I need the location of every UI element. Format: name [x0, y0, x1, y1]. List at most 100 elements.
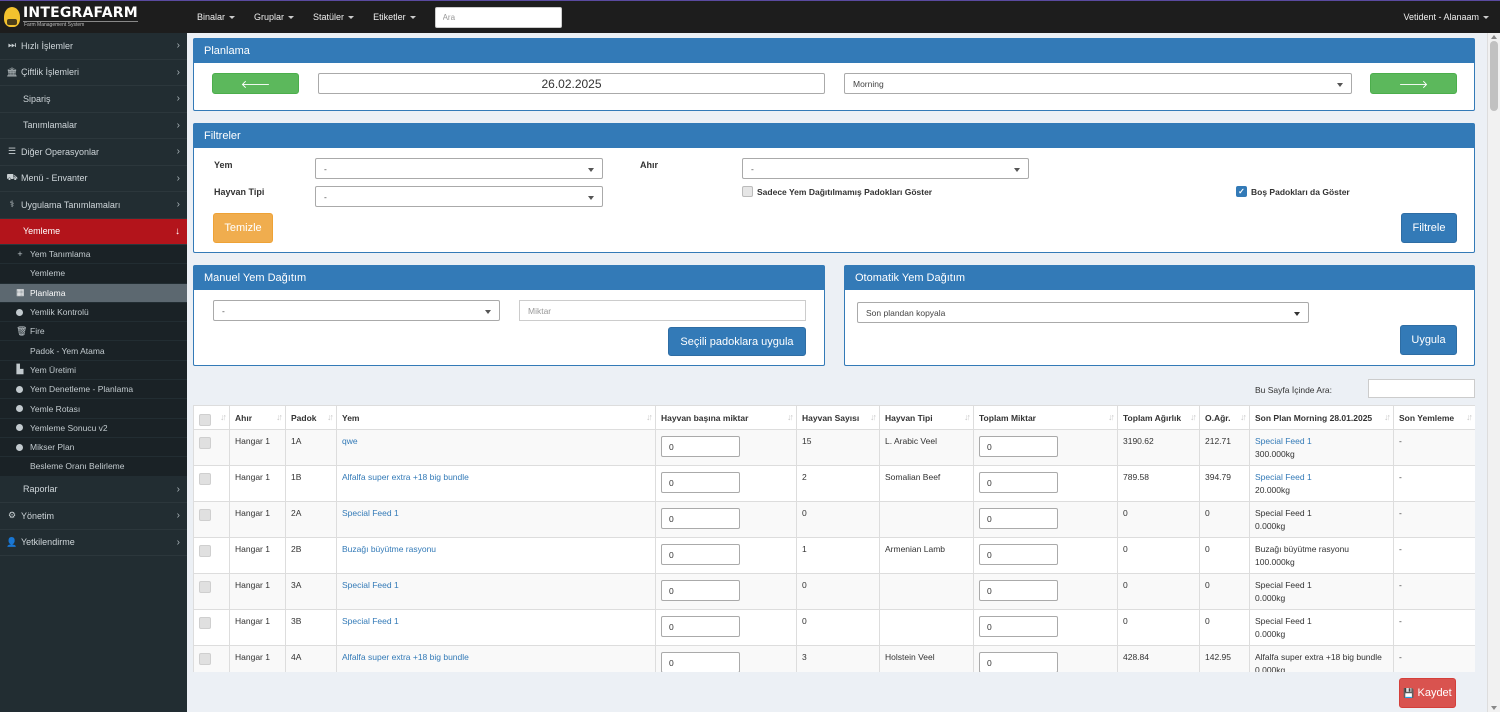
- row-select-cell[interactable]: [193, 501, 230, 538]
- sidebar-sub-fire[interactable]: 🗑 Fire: [0, 322, 187, 342]
- header-total-amount[interactable]: Toplam Miktar ↓↑: [973, 405, 1118, 430]
- header-yem[interactable]: Yem ↓↑: [336, 405, 656, 430]
- manual-amount-input[interactable]: [519, 300, 806, 321]
- menu-etiketler[interactable]: Etiketler: [373, 12, 416, 22]
- user-menu[interactable]: Vetident - Alanaam: [1403, 12, 1489, 22]
- header-total-weight[interactable]: Toplam Ağırlık ↓↑: [1117, 405, 1200, 430]
- row-select-cell[interactable]: [193, 573, 230, 610]
- checkbox-unchecked-icon[interactable]: [199, 473, 211, 485]
- sidebar-sub-yemlik-kontrolu[interactable]: Yemlik Kontrolü: [0, 302, 187, 323]
- per-animal-input[interactable]: 0: [661, 508, 740, 529]
- checkbox-unchecked-icon[interactable]: [199, 617, 211, 629]
- sidebar-item-yetkilendirme[interactable]: 👤 Yetkilendirme ›: [0, 529, 187, 557]
- checkbox-unchecked-icon[interactable]: [199, 581, 211, 593]
- sidebar-item-ciftlik-islemleri[interactable]: 🏛 Çiftlik İşlemleri ›: [0, 59, 187, 86]
- feed-link[interactable]: Buzağı büyütme rasyonu: [342, 544, 436, 554]
- table-search-input[interactable]: [1368, 379, 1475, 398]
- header-animal-type[interactable]: Hayvan Tipi ↓↑: [879, 405, 974, 430]
- total-amount-input[interactable]: 0: [979, 508, 1058, 529]
- ahir-filter-select[interactable]: -: [742, 158, 1029, 179]
- row-select-cell[interactable]: [193, 645, 230, 672]
- sidebar-item-uygulama-tanimlamalari[interactable]: ⚕ Uygulama Tanımlamaları ›: [0, 192, 187, 219]
- last-plan-name[interactable]: Special Feed 1: [1255, 436, 1388, 446]
- sidebar-sub-mikser-plan[interactable]: Mikser Plan: [0, 437, 187, 458]
- sidebar-item-menu-envanter[interactable]: ⛟ Menü - Envanter ›: [0, 165, 187, 192]
- total-amount-input[interactable]: 0: [979, 580, 1058, 601]
- sidebar-sub-besleme-orani[interactable]: Besleme Oranı Belirleme: [0, 457, 187, 477]
- header-last-feeding[interactable]: Son Yemleme ↓↑: [1393, 405, 1475, 430]
- next-day-button[interactable]: 🡒: [1370, 73, 1457, 94]
- date-field[interactable]: 26.02.2025: [318, 73, 825, 94]
- row-select-cell[interactable]: [193, 537, 230, 574]
- checkbox-unchecked-icon[interactable]: [199, 509, 211, 521]
- sidebar-item-raporlar[interactable]: Raporlar ›: [0, 476, 187, 504]
- top-search-input[interactable]: [434, 6, 562, 28]
- per-animal-input[interactable]: 0: [661, 472, 740, 493]
- header-per-animal[interactable]: Hayvan başına miktar ↓↑: [655, 405, 797, 430]
- total-amount-input[interactable]: 0: [979, 616, 1058, 637]
- checkbox-unchecked-icon[interactable]: [199, 653, 211, 665]
- scroll-down-icon[interactable]: [1491, 706, 1497, 710]
- header-avg-weight[interactable]: O.Ağr. ↓↑: [1199, 405, 1250, 430]
- menu-gruplar[interactable]: Gruplar: [254, 12, 295, 22]
- sidebar-sub-yem-uretimi[interactable]: ▙ Yem Üretimi: [0, 360, 187, 381]
- feed-link[interactable]: Special Feed 1: [342, 616, 399, 626]
- sidebar-item-tanimlamalar[interactable]: Tanımlamalar ›: [0, 112, 187, 139]
- hayvan-tipi-filter-select[interactable]: -: [315, 186, 603, 207]
- last-plan-name[interactable]: Special Feed 1: [1255, 472, 1388, 482]
- apply-filters-button[interactable]: Filtrele: [1401, 213, 1457, 243]
- show-empty-checkbox[interactable]: ✓ Boş Padokları da Göster: [1236, 186, 1350, 197]
- total-amount-input[interactable]: 0: [979, 544, 1058, 565]
- yem-filter-select[interactable]: -: [315, 158, 603, 179]
- header-padok[interactable]: Padok ↓↑: [285, 405, 337, 430]
- total-amount-input[interactable]: 0: [979, 472, 1058, 493]
- feed-link[interactable]: Alfalfa super extra +18 big bundle: [342, 652, 469, 662]
- prev-day-button[interactable]: 🡐: [212, 73, 299, 94]
- per-animal-input[interactable]: 0: [661, 436, 740, 457]
- per-animal-input[interactable]: 0: [661, 544, 740, 565]
- scroll-up-icon[interactable]: [1491, 35, 1497, 39]
- row-select-cell[interactable]: [193, 609, 230, 646]
- checkbox-unchecked-icon[interactable]: [199, 545, 211, 557]
- total-amount-input[interactable]: 0: [979, 436, 1058, 457]
- per-animal-input[interactable]: 0: [661, 616, 740, 637]
- sidebar-sub-padok-yem-atama[interactable]: Padok - Yem Atama: [0, 341, 187, 361]
- feed-link[interactable]: qwe: [342, 436, 358, 446]
- scroll-thumb[interactable]: [1490, 41, 1498, 111]
- feed-link[interactable]: Alfalfa super extra +18 big bundle: [342, 472, 469, 482]
- row-select-cell[interactable]: [193, 429, 230, 466]
- auto-apply-button[interactable]: Uygula: [1400, 325, 1457, 355]
- apply-selected-paddocks-button[interactable]: Seçili padoklara uygula: [668, 327, 806, 356]
- sidebar-sub-yemleme[interactable]: Yemleme: [0, 264, 187, 284]
- feed-link[interactable]: Special Feed 1: [342, 580, 399, 590]
- header-last-plan[interactable]: Son Plan Morning 28.01.2025 ↓↑: [1249, 405, 1394, 430]
- menu-statuler[interactable]: Statüler: [313, 12, 355, 22]
- sidebar-sub-yemleme-sonucu[interactable]: Yemleme Sonucu v2: [0, 418, 187, 438]
- total-amount-input[interactable]: 0: [979, 652, 1058, 672]
- sidebar-item-hizli-islemler[interactable]: ⏭ Hızlı İşlemler ›: [0, 33, 187, 60]
- sidebar-item-siparis[interactable]: Sipariş ›: [0, 86, 187, 113]
- header-animal-count[interactable]: Hayvan Sayısı ↓↑: [796, 405, 880, 430]
- menu-binalar[interactable]: Binalar: [197, 12, 236, 22]
- sidebar-sub-planlama[interactable]: ▦ Planlama: [0, 283, 187, 303]
- header-select-all[interactable]: ↓↑: [193, 405, 230, 430]
- per-animal-input[interactable]: 0: [661, 652, 740, 672]
- sidebar-item-yemleme[interactable]: Yemleme ↓: [0, 218, 187, 245]
- only-undistributed-checkbox[interactable]: Sadece Yem Dağıtılmamış Padokları Göster: [742, 186, 932, 197]
- sidebar-sub-yemle-rotasi[interactable]: Yemle Rotası: [0, 399, 187, 419]
- row-select-cell[interactable]: [193, 465, 230, 502]
- per-animal-input[interactable]: 0: [661, 580, 740, 601]
- manual-feed-select[interactable]: -: [213, 300, 500, 321]
- sidebar-sub-yem-tanimlama[interactable]: + Yem Tanımlama: [0, 245, 187, 265]
- shift-select[interactable]: Morning: [844, 73, 1352, 94]
- checkbox-unchecked-icon[interactable]: [199, 437, 211, 449]
- brand[interactable]: INTEGRAFARM Farm Management System: [0, 1, 187, 33]
- page-scrollbar[interactable]: [1487, 33, 1500, 712]
- save-button[interactable]: 💾 Kaydet: [1399, 678, 1456, 708]
- sidebar-item-diger-operasyonlar[interactable]: ☰ Diğer Operasyonlar ›: [0, 139, 187, 166]
- auto-distribution-select[interactable]: Son plandan kopyala: [857, 302, 1309, 323]
- header-ahir[interactable]: Ahır ↓↑: [229, 405, 286, 430]
- feed-link[interactable]: Special Feed 1: [342, 508, 399, 518]
- sidebar-item-yonetim[interactable]: ⚙ Yönetim ›: [0, 503, 187, 530]
- clear-filters-button[interactable]: Temizle: [213, 213, 273, 243]
